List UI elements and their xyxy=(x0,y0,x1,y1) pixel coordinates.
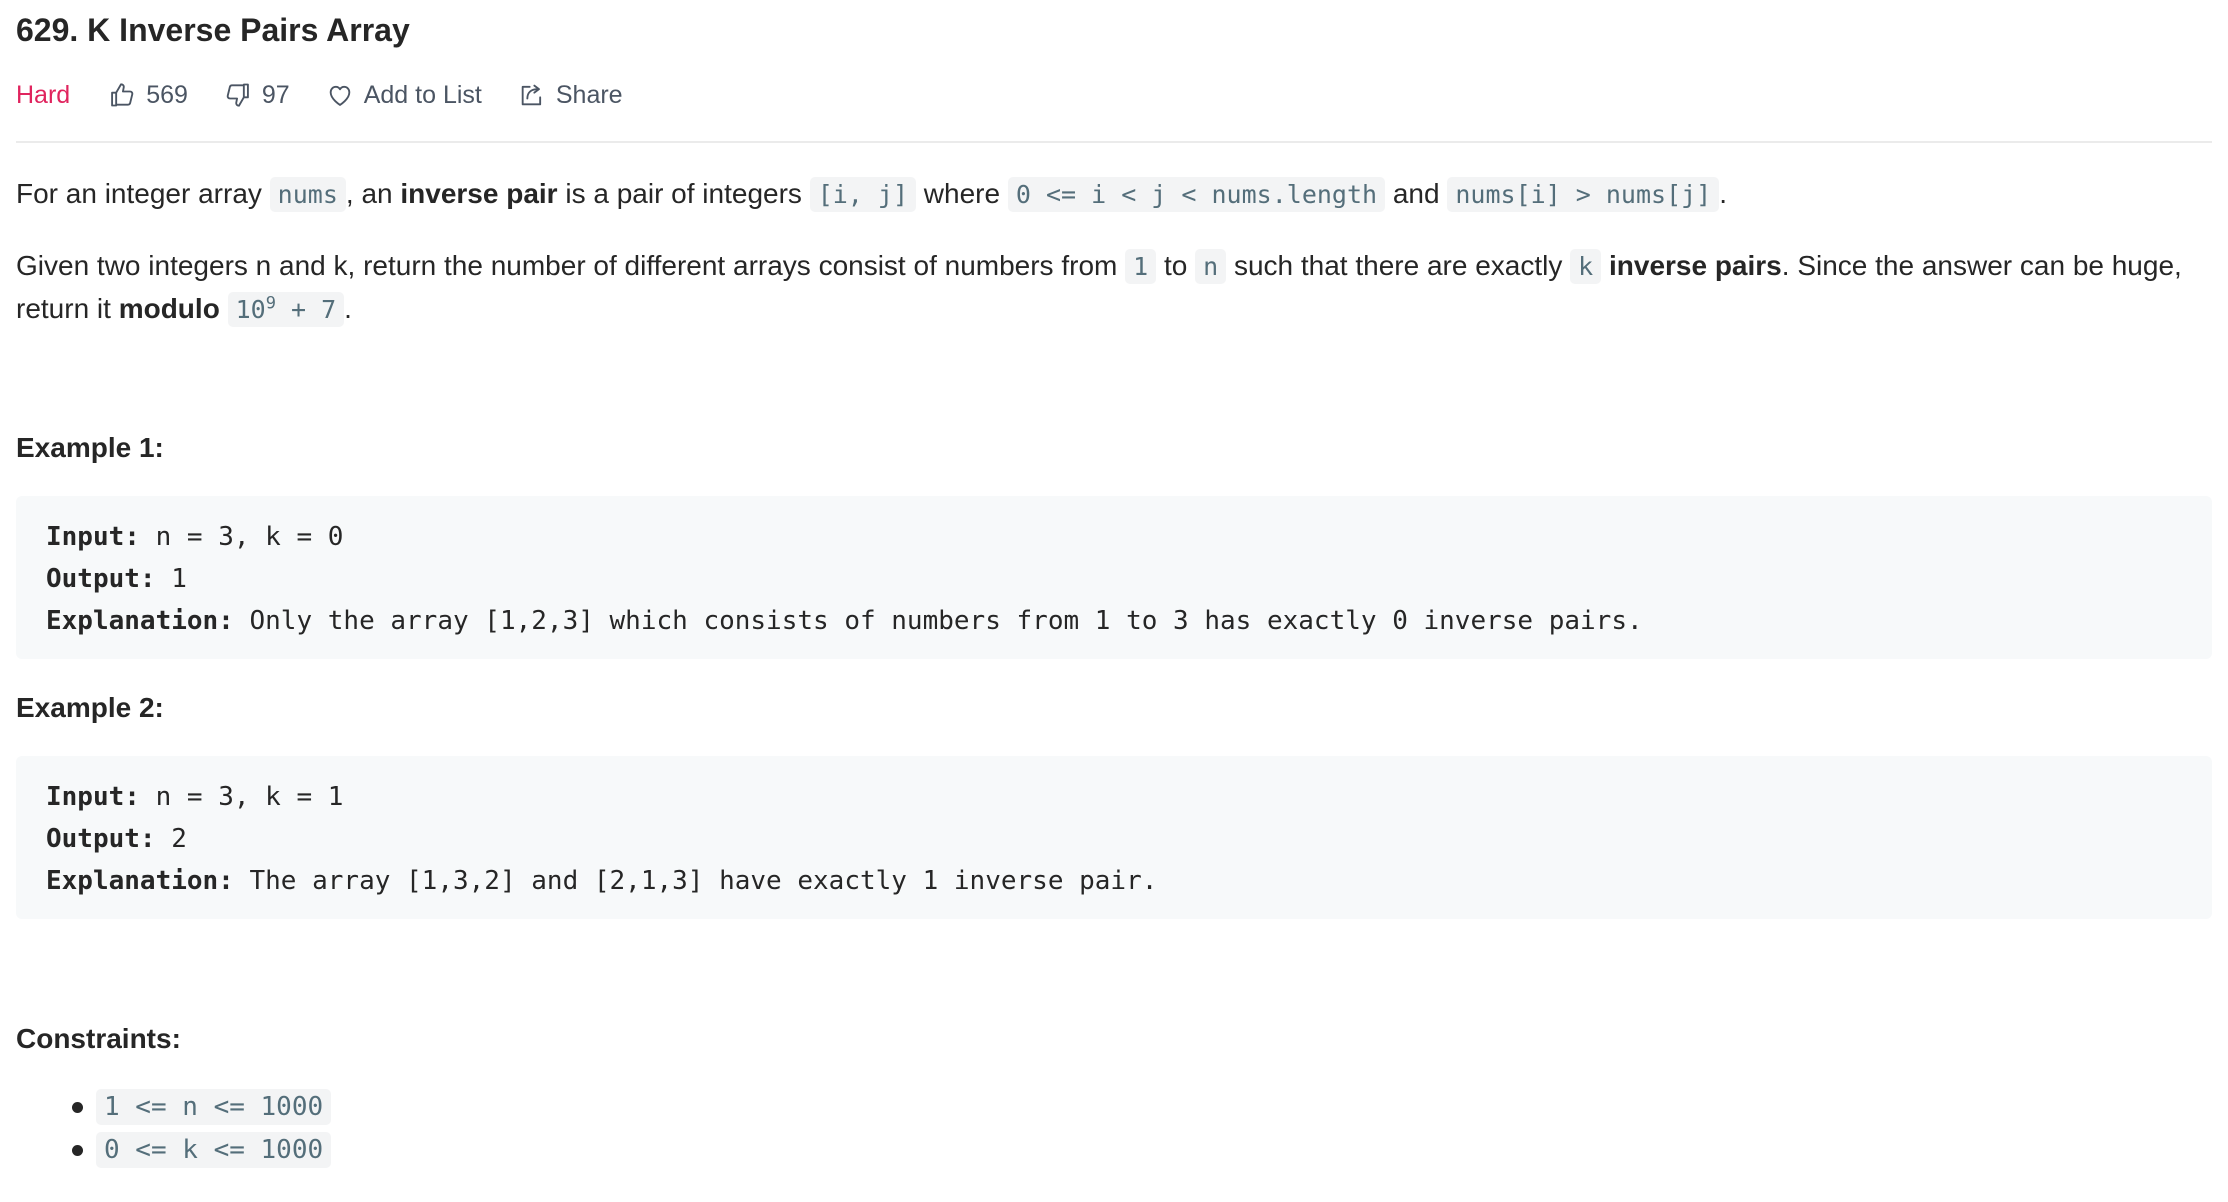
share-button[interactable]: Share xyxy=(518,75,623,115)
bullet-icon xyxy=(72,1102,83,1113)
input-label: Input: xyxy=(46,782,140,812)
example-output-row: Output: 2 xyxy=(46,818,2182,860)
text: and xyxy=(1385,178,1448,209)
explanation-value: Only the array [1,2,3] which consists of… xyxy=(233,606,1643,636)
inline-code: 1 xyxy=(1125,249,1157,284)
explanation-label: Explanation: xyxy=(46,606,234,636)
output-label: Output: xyxy=(46,564,156,594)
output-value: 2 xyxy=(155,824,187,854)
constraints-list: 1 <= n <= 1000 0 <= k <= 1000 xyxy=(16,1086,332,1172)
text: where xyxy=(916,178,1008,209)
inline-code: k xyxy=(1570,249,1602,284)
example-2-heading: Example 2: xyxy=(16,692,164,723)
problem-title: 629. K Inverse Pairs Array xyxy=(16,12,410,48)
example-explanation-row: Explanation: Only the array [1,2,3] whic… xyxy=(46,600,2182,642)
description-paragraph-1: For an integer array nums, an inverse pa… xyxy=(16,173,2212,216)
text: . xyxy=(1719,178,1728,209)
explanation-value: The array [1,3,2] and [2,1,3] have exact… xyxy=(233,866,1158,896)
difficulty-badge: Hard xyxy=(16,81,71,109)
text xyxy=(1601,250,1609,281)
add-to-list-button[interactable]: Add to List xyxy=(326,75,482,115)
dislike-count: 97 xyxy=(261,81,290,109)
output-value: 1 xyxy=(155,564,187,594)
bullet-icon xyxy=(72,1145,83,1156)
text: For an integer array xyxy=(16,178,270,209)
bold-term: inverse pairs xyxy=(1608,250,1782,281)
inline-code: [i, j] xyxy=(809,177,917,212)
like-button[interactable]: 569 xyxy=(108,75,188,115)
bold-term: modulo xyxy=(118,293,220,324)
text: to xyxy=(1156,250,1196,281)
example-1-block: Input: n = 3, k = 0 Output: 1 Explanation:… xyxy=(16,496,2212,659)
bold-term: inverse pair xyxy=(400,178,558,209)
example-input-row: Input: n = 3, k = 1 xyxy=(46,776,2182,818)
example-explanation-row: Explanation: The array [1,3,2] and [2,1,… xyxy=(46,860,2182,902)
share-icon xyxy=(518,81,546,109)
problem-meta-bar: Hard 569 97 Add to List Share xyxy=(16,75,659,115)
modulo-exponent: 9 xyxy=(265,293,276,314)
constraint-item: 0 <= k <= 1000 xyxy=(16,1129,332,1172)
input-value: n = 3, k = 0 xyxy=(139,522,344,552)
thumbs-up-icon xyxy=(108,81,136,109)
example-1-heading: Example 1: xyxy=(16,432,164,463)
constraints-heading: Constraints: xyxy=(16,1023,181,1054)
inline-code-modulo: 109 + 7 xyxy=(227,292,345,327)
example-2-block: Input: n = 3, k = 1 Output: 2 Explanation:… xyxy=(16,756,2212,919)
share-label: Share xyxy=(555,81,623,109)
inline-code: 0 <= i < j < nums.length xyxy=(1007,177,1386,212)
text: . xyxy=(344,293,352,324)
inline-code: nums[i] > nums[j] xyxy=(1447,177,1720,212)
constraint-code: 1 <= n <= 1000 xyxy=(96,1089,332,1125)
constraint-item: 1 <= n <= 1000 xyxy=(16,1086,332,1129)
heart-icon xyxy=(326,81,354,109)
example-input-row: Input: n = 3, k = 0 xyxy=(46,516,2182,558)
add-to-list-label: Add to List xyxy=(363,81,482,109)
inline-code: n xyxy=(1195,249,1227,284)
inline-code: nums xyxy=(269,177,346,212)
text xyxy=(220,293,228,324)
input-value: n = 3, k = 1 xyxy=(139,782,344,812)
text: Given two integers n and k, return the n… xyxy=(16,250,1126,281)
explanation-label: Explanation: xyxy=(46,866,234,896)
header-divider xyxy=(16,141,2212,143)
example-output-row: Output: 1 xyxy=(46,558,2182,600)
output-label: Output: xyxy=(46,824,156,854)
input-label: Input: xyxy=(46,522,140,552)
like-count: 569 xyxy=(146,81,188,109)
description-paragraph-2: Given two integers n and k, return the n… xyxy=(16,245,2212,331)
text: , an xyxy=(345,178,401,209)
constraint-code: 0 <= k <= 1000 xyxy=(96,1132,332,1168)
thumbs-down-icon xyxy=(224,81,252,109)
modulo-rest: + 7 xyxy=(275,295,337,324)
text: is a pair of integers xyxy=(557,178,810,209)
dislike-button[interactable]: 97 xyxy=(224,75,290,115)
modulo-base: 10 xyxy=(235,295,266,324)
text: such that there are exactly xyxy=(1226,250,1571,281)
